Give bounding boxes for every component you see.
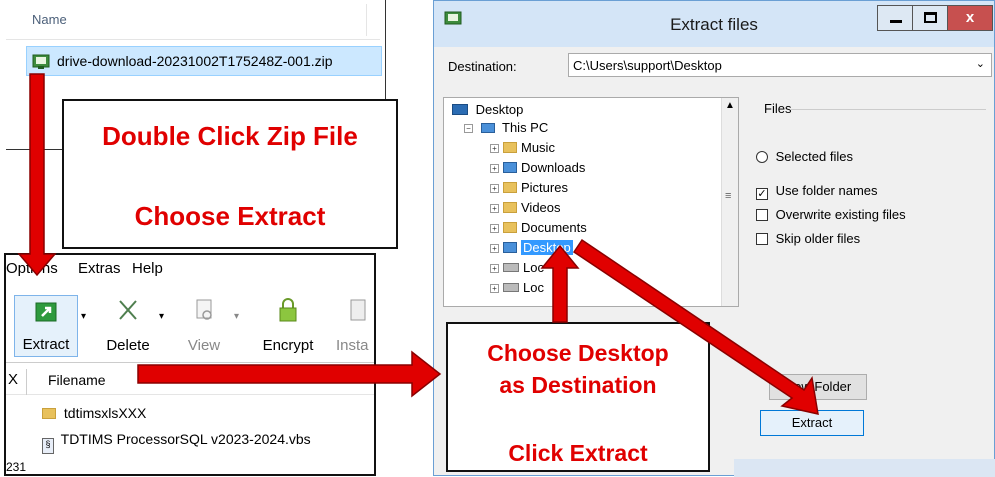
arrow-right-to-callout xyxy=(137,350,442,398)
arrow-up-to-desktop xyxy=(540,244,580,323)
annotation-arrows xyxy=(17,73,819,415)
arrow-desktop-to-extract xyxy=(572,238,819,415)
arrow-down-to-extract xyxy=(17,73,57,277)
